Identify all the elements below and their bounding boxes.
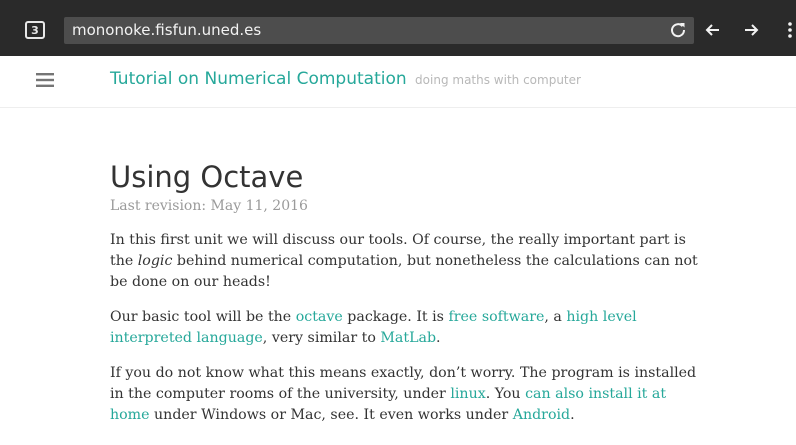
text-span: . You (485, 386, 526, 402)
link-android[interactable]: Android (513, 407, 570, 423)
page-title: Using Octave (110, 160, 304, 194)
text-span: , very similar to (262, 330, 381, 346)
revision-date: Last revision: May 11, 2016 (110, 198, 308, 214)
site-header: Tutorial on Numerical Computation doing … (0, 56, 796, 108)
address-bar[interactable]: mononoke.fisfun.uned.es (64, 17, 694, 44)
text-span: behind numerical computation, but noneth… (110, 253, 698, 290)
url-text[interactable]: mononoke.fisfun.uned.es (72, 21, 261, 39)
link-free-software[interactable]: free software (448, 309, 544, 325)
text-span: under Windows or Mac, see. It even works… (149, 407, 513, 423)
text-span: Our basic tool will be the (110, 309, 296, 325)
hamburger-menu-icon[interactable] (36, 73, 54, 87)
tab-switcher-button[interactable]: 3 (25, 21, 45, 39)
text-span: . (436, 330, 441, 346)
paragraph-install: If you do not know what this means exact… (110, 363, 700, 426)
emphasis-logic: logic (137, 253, 173, 269)
back-arrow-icon[interactable] (703, 20, 723, 40)
link-matlab[interactable]: MatLab (380, 330, 436, 346)
link-octave[interactable]: octave (296, 309, 343, 325)
reload-icon[interactable] (668, 20, 688, 40)
site-tagline: doing maths with computer (415, 73, 581, 87)
text-span: . (570, 407, 575, 423)
link-linux[interactable]: linux (450, 386, 485, 402)
site-title-text[interactable]: Tutorial on Numerical Computation (110, 69, 407, 89)
article-content: Using Octave Last revision: May 11, 2016… (110, 158, 700, 426)
text-span: , a (544, 309, 567, 325)
paragraph-intro: In this first unit we will discuss our t… (110, 230, 700, 293)
site-title[interactable]: Tutorial on Numerical Computation doing … (110, 69, 581, 89)
more-menu-icon[interactable] (784, 20, 796, 40)
paragraph-tools: Our basic tool will be the octave packag… (110, 307, 700, 349)
forward-arrow-icon[interactable] (741, 20, 761, 40)
text-span: package. It is (342, 309, 449, 325)
browser-toolbar: 3 mononoke.fisfun.uned.es (0, 0, 796, 56)
